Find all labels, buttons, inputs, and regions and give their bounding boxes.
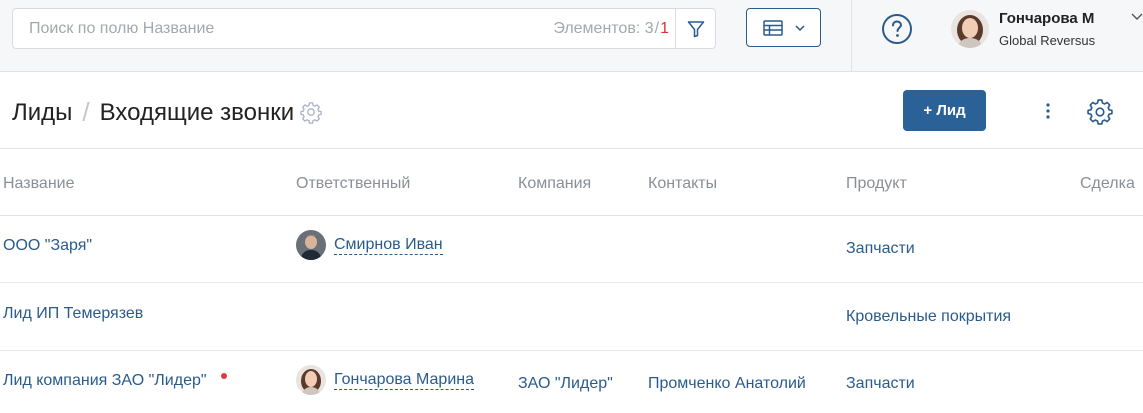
add-lead-button[interactable]: + Лид xyxy=(903,90,986,131)
breadcrumb-leads[interactable]: Лиды xyxy=(12,99,72,127)
product-link[interactable]: Запчасти xyxy=(846,375,915,393)
page-title: Входящие звонки xyxy=(99,98,295,126)
title-settings-button[interactable] xyxy=(300,101,322,124)
settings-button[interactable] xyxy=(1087,99,1113,125)
company-link[interactable]: ЗАО "Лидер" xyxy=(518,375,613,393)
column-header-responsible[interactable]: Ответственный xyxy=(296,175,410,193)
table-row[interactable]: Лид компания ЗАО "Лидер" Гончарова Марин… xyxy=(0,351,1143,413)
view-switch-button[interactable] xyxy=(746,8,821,47)
divider xyxy=(851,0,852,72)
count-separator: / xyxy=(654,20,660,37)
column-header-deal[interactable]: Сделка xyxy=(1080,175,1135,193)
help-icon xyxy=(882,14,912,44)
column-header-contacts[interactable]: Контакты xyxy=(648,175,717,193)
search-input[interactable] xyxy=(29,9,509,48)
user-company: Global Reversus xyxy=(999,33,1096,48)
breadcrumb: Лиды / Входящие звонки xyxy=(12,97,322,128)
column-header-company[interactable]: Компания xyxy=(518,175,591,193)
page-header: Лиды / Входящие звонки + Лид xyxy=(0,73,1143,149)
responsible-person[interactable]: Смирнов Иван xyxy=(296,230,443,260)
help-button[interactable] xyxy=(881,13,913,45)
avatar xyxy=(296,230,326,260)
lead-name[interactable]: ООО "Заря" xyxy=(3,237,92,255)
search-box: Элементов: 3/1 xyxy=(12,8,716,49)
column-header-product[interactable]: Продукт xyxy=(846,175,907,193)
gear-icon xyxy=(300,101,322,124)
more-button[interactable] xyxy=(1037,99,1059,123)
top-bar: Элементов: 3/1 xyxy=(0,0,1143,72)
column-header-name[interactable]: Название xyxy=(3,175,75,193)
responsible-person[interactable]: Гончарова Марина xyxy=(296,365,474,395)
lead-name[interactable]: Лид ИП Темерязев xyxy=(3,305,143,323)
breadcrumb-separator: / xyxy=(82,97,90,127)
table-header: Название Ответственный Компания Контакты… xyxy=(0,150,1143,216)
more-vertical-icon xyxy=(1046,103,1050,119)
chevron-down-icon xyxy=(794,24,805,31)
count-selected: 1 xyxy=(660,20,669,37)
element-count: Элементов: 3/1 xyxy=(553,20,669,38)
filter-icon xyxy=(687,20,704,37)
lead-name-cell: Лид компания ЗАО "Лидер" xyxy=(3,372,227,390)
user-menu[interactable]: Гончарова М Global Reversus xyxy=(951,8,1143,50)
count-label: Элементов: xyxy=(553,20,641,37)
unread-indicator xyxy=(220,373,227,379)
responsible-name[interactable]: Смирнов Иван xyxy=(334,236,443,255)
gear-icon xyxy=(1087,99,1113,125)
chevron-down-icon xyxy=(1131,13,1143,20)
lead-name[interactable]: Лид компания ЗАО "Лидер" xyxy=(3,372,207,389)
contact-link[interactable]: Промченко Анатолий xyxy=(648,375,806,393)
table-row[interactable]: Лид ИП Темерязев Кровельные покрытия xyxy=(0,284,1143,351)
avatar xyxy=(296,365,326,395)
responsible-name[interactable]: Гончарова Марина xyxy=(334,371,474,390)
product-link[interactable]: Запчасти xyxy=(846,240,915,258)
table-row[interactable]: ООО "Заря" Смирнов Иван Запчасти xyxy=(0,216,1143,283)
avatar xyxy=(951,10,989,48)
filter-button[interactable] xyxy=(675,9,715,48)
count-value: 3 xyxy=(644,20,654,37)
product-link[interactable]: Кровельные покрытия xyxy=(846,308,1011,326)
table-view-icon xyxy=(762,19,783,36)
user-name: Гончарова М xyxy=(999,10,1095,27)
